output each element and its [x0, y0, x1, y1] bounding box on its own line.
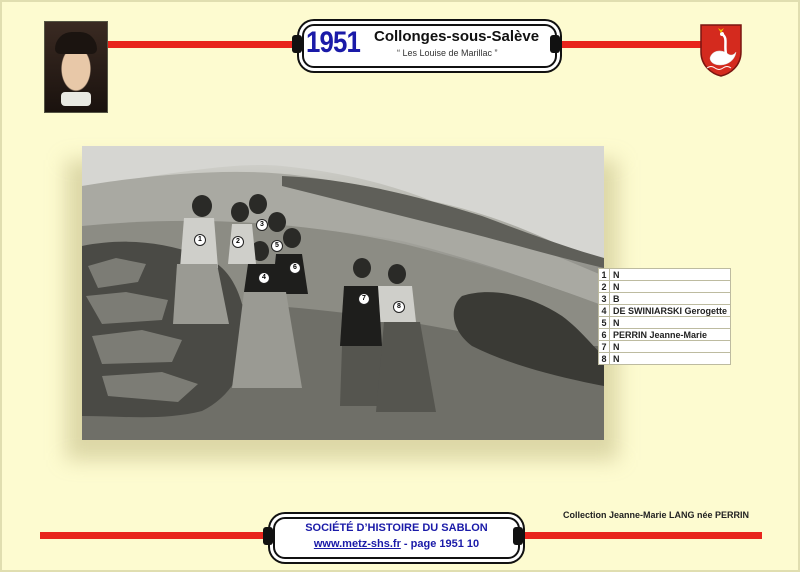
header-rule-left: [104, 41, 300, 48]
people-row: 2N: [598, 280, 731, 293]
page-reference: - page 1951 10: [400, 538, 480, 550]
footer-rule-left: [40, 532, 272, 539]
photo-marker-6: 6: [289, 262, 301, 274]
people-row: 5N: [598, 316, 731, 329]
person-name: N: [609, 268, 731, 281]
photo-marker-4: 4: [258, 272, 270, 284]
people-table: 1N 2N 3B 4 DE SWINIARSKI Gerogette 5N 6 PE…: [598, 268, 731, 365]
people-row: 4 DE SWINIARSKI Gerogette: [598, 304, 731, 317]
photo-subtitle: “ Les Louise de Marillac ”: [397, 48, 498, 58]
website-link[interactable]: www.metz-shs.fr: [314, 538, 401, 550]
people-row: 3B: [598, 292, 731, 305]
people-row: 1N: [598, 268, 731, 281]
year-label: 1951: [306, 26, 361, 59]
people-row: 8N: [598, 352, 731, 365]
person-number: 6: [598, 328, 610, 341]
society-name: SOCIÉTÉ D’HISTOIRE DU SABLON: [305, 522, 488, 534]
footer-tab-left: [263, 527, 273, 545]
person-name: N: [609, 316, 731, 329]
person-number: 8: [598, 352, 610, 365]
photo-marker-1: 1: [194, 234, 206, 246]
person-number: 5: [598, 316, 610, 329]
photo-marker-3: 3: [256, 219, 268, 231]
person-number: 3: [598, 292, 610, 305]
photo-marker-5: 5: [271, 240, 283, 252]
footer-rule-right: [518, 532, 762, 539]
swan-crest-icon: [700, 24, 742, 77]
plaque-tab-left: [292, 35, 302, 53]
header-rule-right: [556, 41, 702, 48]
person-name: B: [609, 292, 731, 305]
photo-marker-2: 2: [232, 236, 244, 248]
person-name: N: [609, 280, 731, 293]
footer-website-line: www.metz-shs.fr - page 1951 10: [273, 538, 520, 550]
photo-marker-7: 7: [358, 293, 370, 305]
veil-shape: [55, 32, 97, 54]
photo-marker-8: 8: [393, 301, 405, 313]
person-name: PERRIN Jeanne-Marie: [609, 328, 731, 341]
person-number: 7: [598, 340, 610, 353]
person-number: 4: [598, 304, 610, 317]
place-title: Collonges-sous-Salève: [374, 28, 540, 45]
collection-credit: Collection Jeanne-Marie LANG née PERRIN: [563, 510, 750, 520]
nun-portrait-image: [44, 21, 108, 113]
person-name: DE SWINIARSKI Gerogette: [609, 304, 731, 317]
person-number: 2: [598, 280, 610, 293]
person-name: N: [609, 352, 731, 365]
people-row: 7N: [598, 340, 731, 353]
collar-shape: [61, 92, 91, 106]
group-photograph: 1 2 3 4 5 6 7 8: [82, 146, 604, 440]
plaque-tab-right: [550, 35, 560, 53]
people-row: 6 PERRIN Jeanne-Marie: [598, 328, 731, 341]
person-name: N: [609, 340, 731, 353]
person-number: 1: [598, 268, 610, 281]
